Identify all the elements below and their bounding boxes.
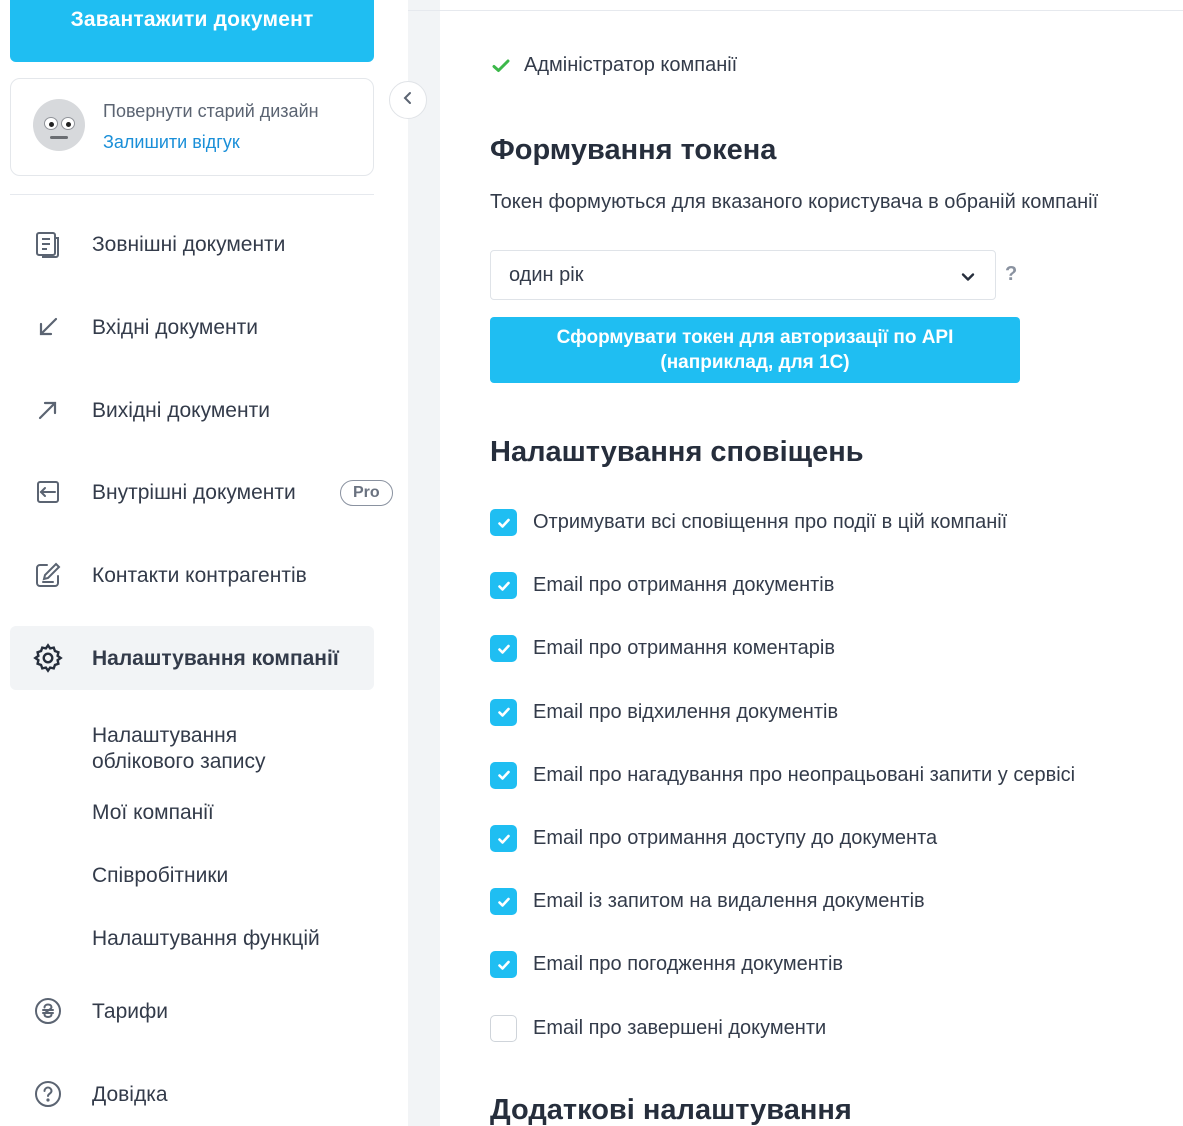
check-icon: [497, 644, 510, 654]
check-icon: [497, 518, 510, 528]
nav-item-tariffs[interactable]: Тарифи: [10, 979, 374, 1043]
nav-label: Зовнішні документи: [92, 233, 286, 256]
checkbox-checked[interactable]: [490, 888, 517, 916]
notifications-section-title: Налаштування сповіщень: [490, 436, 864, 468]
token-description: Токен формуються для вказаного користува…: [490, 191, 1099, 213]
arrow-up-right-icon: [32, 394, 64, 426]
check-icon: [497, 834, 510, 844]
nav-item-help[interactable]: Довідка: [10, 1062, 374, 1126]
nav-label: Вихідні документи: [92, 399, 270, 422]
notification-checkbox-row[interactable]: Email про отримання коментарів: [490, 635, 835, 663]
nav-item-incoming-documents[interactable]: Вхідні документи: [10, 295, 374, 359]
edit-contacts-icon: [32, 559, 64, 591]
notification-checkbox-row[interactable]: Email про завершені документи: [490, 1014, 827, 1042]
feedback-card: Повернути старий дизайн Залишити відгук: [10, 78, 374, 176]
notification-label: Email про відхилення документів: [533, 700, 839, 723]
button-line: Сформувати токен для авторизації по API: [556, 327, 954, 348]
checkbox-checked[interactable]: [490, 635, 517, 663]
check-icon: [497, 581, 510, 591]
help-icon: [32, 1078, 64, 1110]
notification-checkbox-row[interactable]: Email про відхилення документів: [490, 698, 839, 726]
notification-label: Email про погодження документів: [533, 953, 844, 976]
notification-label: Email про отримання коментарів: [533, 637, 835, 660]
notification-label: Email про завершені документи: [533, 1016, 827, 1039]
nav-item-outgoing-documents[interactable]: Вихідні документи: [10, 378, 374, 442]
nav-label: Внутрішні документи: [92, 481, 296, 504]
notification-label: Отримувати всі сповіщення про події в ці…: [533, 511, 1008, 533]
notification-label: Email про нагадування про неопрацьовані …: [533, 763, 1076, 786]
nav-item-company-settings[interactable]: Налаштування компанії: [10, 626, 374, 690]
internal-docs-icon: [32, 476, 64, 508]
gear-icon: [32, 642, 64, 674]
check-icon: [497, 707, 510, 717]
notification-checkbox-row[interactable]: Email із запитом на видалення документів: [490, 888, 925, 916]
button-line: (наприклад, для 1С): [660, 352, 850, 373]
pro-badge: Pro: [340, 480, 393, 506]
check-icon: [497, 897, 510, 907]
chevron-down-icon: [961, 269, 975, 287]
notification-label: Email із запитом на видалення документів: [533, 890, 925, 913]
nav-item-external-documents[interactable]: Зовнішні документи: [10, 212, 374, 276]
arrow-down-left-icon: [32, 311, 64, 343]
sub-item-feature-settings[interactable]: Налаштування функцій: [92, 926, 320, 952]
old-design-link[interactable]: Повернути старий дизайн: [103, 101, 319, 122]
checkmark-icon: [490, 55, 512, 77]
sidebar-divider: [10, 194, 374, 195]
checkbox-checked[interactable]: [490, 761, 517, 789]
collapse-sidebar-button[interactable]: [389, 81, 427, 119]
select-value: один рік: [509, 264, 584, 286]
nav-label: Налаштування компанії: [92, 647, 339, 670]
nav-item-contacts[interactable]: Контакти контрагентів: [10, 543, 374, 607]
notification-label: Email про отримання документів: [533, 574, 835, 597]
role-label: Адміністратор компанії: [524, 54, 738, 76]
upload-document-button[interactable]: Завантажити документ: [10, 0, 374, 62]
help-tooltip-icon[interactable]: ?: [1005, 263, 1017, 286]
checkbox-checked[interactable]: [490, 572, 517, 600]
documents-icon: [32, 228, 64, 260]
nav-label: Тарифи: [92, 1000, 168, 1023]
nav-label: Контакти контрагентів: [92, 564, 307, 587]
sub-item-account-settings[interactable]: Налаштування облікового запису: [92, 723, 322, 775]
sidebar-gap: [408, 0, 440, 1126]
check-icon: [497, 770, 510, 781]
avatar: [33, 99, 85, 151]
generate-token-button[interactable]: Сформувати токен для авторизації по API …: [490, 317, 1020, 383]
main-content: Адміністратор компанії Формування токена…: [490, 0, 1183, 1126]
token-duration-select[interactable]: один рік: [490, 250, 996, 300]
checkbox-checked[interactable]: [490, 951, 517, 979]
notification-checkbox-row[interactable]: Email про отримання доступу до документа: [490, 825, 937, 852]
nav-label: Вхідні документи: [92, 316, 258, 339]
nav-label: Довідка: [92, 1083, 168, 1106]
notification-checkbox-row[interactable]: Email про нагадування про неопрацьовані …: [490, 761, 1076, 789]
checkbox-checked[interactable]: [490, 509, 517, 536]
checkbox-checked[interactable]: [490, 825, 517, 852]
notification-label: Email про отримання доступу до документа: [533, 827, 938, 849]
nav-item-internal-documents[interactable]: Внутрішні документи Pro: [10, 460, 393, 524]
notification-checkbox-row[interactable]: Email про погодження документів: [490, 951, 844, 979]
app-root: Завантажити документ Повернути старий ди…: [0, 0, 1183, 1126]
checkbox-checked[interactable]: [490, 698, 517, 726]
chevron-left-icon: [401, 91, 415, 110]
checkbox-unchecked[interactable]: [490, 1014, 517, 1042]
role-row: Адміністратор компанії: [490, 54, 737, 77]
additional-settings-title: Додаткові налаштування: [490, 1094, 852, 1126]
sub-item-employees[interactable]: Співробітники: [92, 863, 228, 889]
token-section-title: Формування токена: [490, 134, 777, 166]
notification-checkbox-row[interactable]: Email про отримання документів: [490, 572, 835, 600]
notification-checkbox-row[interactable]: Отримувати всі сповіщення про події в ці…: [490, 509, 1007, 536]
sidebar: Завантажити документ Повернути старий ди…: [0, 0, 408, 1126]
leave-feedback-link[interactable]: Залишити відгук: [103, 132, 240, 153]
sub-item-my-companies[interactable]: Мої компанії: [92, 800, 214, 826]
check-icon: [497, 960, 510, 970]
hryvnia-icon: [32, 995, 64, 1027]
